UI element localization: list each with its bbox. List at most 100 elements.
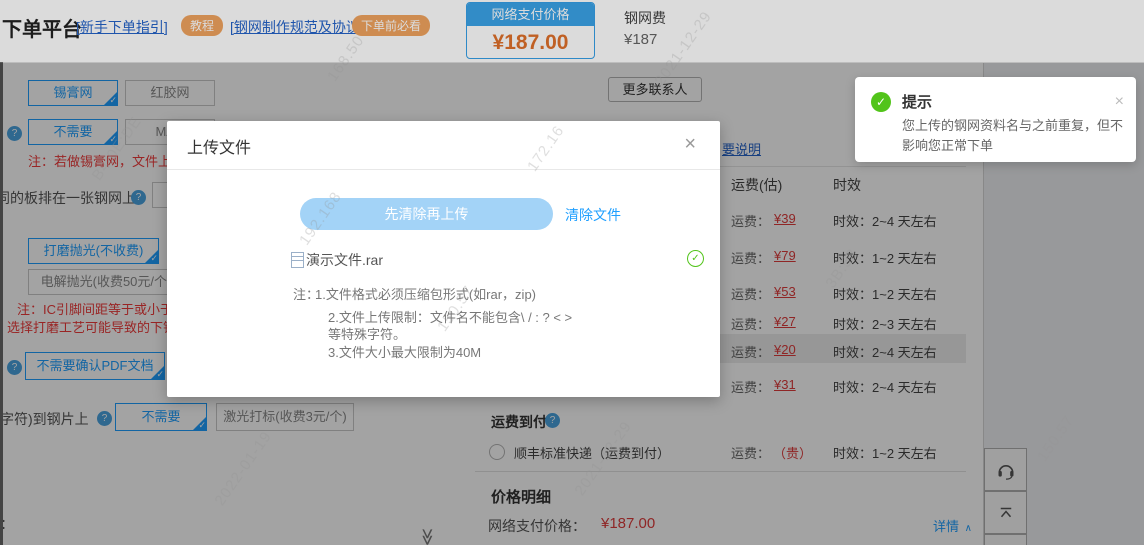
selected-check-icon: ✓ xyxy=(103,91,118,106)
upload-note-3: 3.文件大小最大限制为40M xyxy=(328,342,481,361)
help-question-icon[interactable]: ? xyxy=(545,413,560,428)
detail-toggle-label: 详情 xyxy=(933,519,959,534)
time-value: 时效：2~4 天左右 xyxy=(833,211,937,230)
divider xyxy=(475,471,966,472)
fee-value[interactable]: ¥31 xyxy=(774,377,796,392)
help-question-icon[interactable]: ? xyxy=(97,411,112,426)
mark-no-need-button[interactable]: 不需要 ✓ xyxy=(28,119,118,145)
price-detail-title: 价格明细 xyxy=(491,486,551,507)
ic-pitch-note-line2: 选择打磨工艺可能导致的下锡 xyxy=(7,317,176,336)
close-icon[interactable]: × xyxy=(684,133,696,156)
toast-message-line2: 影响您正常下单 xyxy=(902,135,993,154)
pdf-confirm-label: 不需要确认PDF文档 xyxy=(36,358,153,373)
fee-label: 运费： xyxy=(731,342,770,361)
must-read-badge[interactable]: 下单前必看 xyxy=(352,15,430,36)
close-icon[interactable]: × xyxy=(1115,93,1124,111)
fee-label: 运费： xyxy=(731,314,770,333)
selected-check-icon: ✓ xyxy=(192,416,207,431)
chevron-up-icon: ∧ xyxy=(965,523,972,534)
detail-toggle-link[interactable]: 详情 ∧ xyxy=(933,516,972,535)
fee-value[interactable]: ¥20 xyxy=(774,342,796,357)
freight-notice-link[interactable]: 要说明 xyxy=(722,139,761,158)
polish-grind-button[interactable]: 打磨抛光(不收费) ✓ xyxy=(28,238,159,264)
headset-icon xyxy=(996,460,1016,480)
laser-no-need-button[interactable]: 不需要 ✓ xyxy=(115,403,207,431)
sf-time-value: 时效：1~2 天左右 xyxy=(833,443,937,462)
laser-mark-row-label: 字符)到钢片上 xyxy=(0,409,89,429)
success-check-icon: ✓ xyxy=(871,92,891,112)
upload-file-modal: 上传文件 × 先清除再上传 清除文件 演示文件.rar ✓ 注： 1.文件格式必… xyxy=(167,121,720,397)
window-edge xyxy=(0,62,3,545)
polish-grind-label: 打磨抛光(不收费) xyxy=(44,243,144,258)
upload-note-2b: 等特殊字符。 xyxy=(328,324,406,343)
tutorial-badge[interactable]: 教程 xyxy=(181,15,223,36)
online-pay-value: ¥187.00 xyxy=(601,515,655,532)
online-pay-price-box: 网络支付价格 ¥187.00 xyxy=(466,2,595,59)
divider xyxy=(167,169,720,170)
stencil-type-red-glue-label: 红胶网 xyxy=(150,85,189,100)
time-value: 时效：2~3 天左右 xyxy=(833,314,937,333)
selected-check-icon: ✓ xyxy=(144,249,159,264)
sf-express-label: 顺丰标准快递（运费到付） xyxy=(514,443,670,462)
fee-label: 运费： xyxy=(731,211,770,230)
online-pay-label: 网络支付价格： xyxy=(488,516,586,536)
fee-value[interactable]: ¥39 xyxy=(774,211,796,226)
laser-mark-paid-button[interactable]: 激光打标(收费3元/个) xyxy=(216,403,354,431)
online-pay-price-label: 网络支付价格 xyxy=(467,3,594,26)
sf-express-radio[interactable] xyxy=(489,444,505,460)
fee-value[interactable]: ¥79 xyxy=(774,248,796,263)
page-header: 下单平台 [新手下单指引] 教程 [钢网制作规范及协议] 下单前必看 网络支付价… xyxy=(0,0,1144,63)
hint-toast: ✓ 提示 × 您上传的钢网资料名与之前重复，但不 影响您正常下单 xyxy=(855,77,1136,162)
sf-fee-value: （贵） xyxy=(773,443,812,462)
freight-collect-title: 运费到付 xyxy=(491,412,547,432)
document-icon xyxy=(291,252,304,268)
clear-then-upload-button[interactable]: 先清除再上传 xyxy=(300,198,553,230)
polish-electro-button[interactable]: 电解抛光(收费50元/个) xyxy=(28,269,184,295)
polish-electro-label: 电解抛光(收费50元/个) xyxy=(41,274,172,289)
back-to-top-button[interactable] xyxy=(984,491,1027,534)
uploaded-file-name: 演示文件.rar xyxy=(306,250,383,270)
toast-title: 提示 xyxy=(902,91,932,112)
more-contacts-label: 更多联系人 xyxy=(622,82,687,97)
more-contacts-button[interactable]: 更多联系人 xyxy=(608,77,702,102)
ic-pitch-note-line1: 注：IC引脚间距等于或小于0. xyxy=(17,299,184,318)
selected-check-icon: ✓ xyxy=(103,130,118,145)
fee-label: 运费： xyxy=(731,248,770,267)
upload-note-1: 1.文件格式必须压缩包形式(如rar，zip) xyxy=(315,284,536,303)
stencil-fee-value: ¥187 xyxy=(624,31,657,48)
beginner-guide-link[interactable]: [新手下单指引] xyxy=(76,17,168,37)
column-header-fee: 运费(估) xyxy=(731,175,782,195)
sf-fee-label: 运费： xyxy=(731,443,770,462)
collapse-double-chevron-icon[interactable]: ≫ xyxy=(417,528,437,545)
laser-no-need-label: 不需要 xyxy=(141,409,180,424)
time-value: 时效：2~4 天左右 xyxy=(833,342,937,361)
help-question-icon[interactable]: ? xyxy=(7,126,22,141)
stencil-spec-link[interactable]: [钢网制作规范及协议] xyxy=(230,17,364,37)
fee-value[interactable]: ¥53 xyxy=(774,284,796,299)
modal-title: 上传文件 xyxy=(187,134,251,158)
fee-value[interactable]: ¥27 xyxy=(774,314,796,329)
upload-success-check-icon: ✓ xyxy=(687,250,704,267)
watermark: 150.57 xyxy=(1034,412,1078,464)
stencil-fee-label: 钢网费 xyxy=(624,8,666,28)
customer-service-button[interactable] xyxy=(984,448,1027,491)
page-title: 下单平台 xyxy=(2,13,82,42)
fee-label: 运费： xyxy=(731,284,770,303)
clear-file-link[interactable]: 清除文件 xyxy=(565,205,621,225)
stencil-type-red-glue-button[interactable]: 红胶网 xyxy=(125,80,215,106)
pdf-confirm-no-need-button[interactable]: 不需要确认PDF文档 ✓ xyxy=(25,352,165,380)
time-value: 时效：1~2 天左右 xyxy=(833,284,937,303)
float-extra-button[interactable] xyxy=(984,534,1027,545)
help-question-icon[interactable]: ? xyxy=(7,360,22,375)
help-question-icon[interactable]: ? xyxy=(131,190,146,205)
order-platform-page: 下单平台 [新手下单指引] 教程 [钢网制作规范及协议] 下单前必看 网络支付价… xyxy=(0,0,1144,545)
laser-mark-paid-label: 激光打标(收费3元/个) xyxy=(223,409,347,424)
mark-no-need-label: 不需要 xyxy=(53,124,92,139)
stencil-type-solder-paste-button[interactable]: 锡膏网 ✓ xyxy=(28,80,118,106)
back-to-top-icon xyxy=(997,504,1015,522)
clear-then-upload-label: 先清除再上传 xyxy=(385,206,469,222)
panel-on-one-stencil-label: 同的板排在一张钢网上 xyxy=(0,188,136,208)
time-value: 时效：2~4 天左右 xyxy=(833,377,937,396)
online-pay-price-value: ¥187.00 xyxy=(467,31,594,55)
column-header-time: 时效 xyxy=(833,175,861,195)
